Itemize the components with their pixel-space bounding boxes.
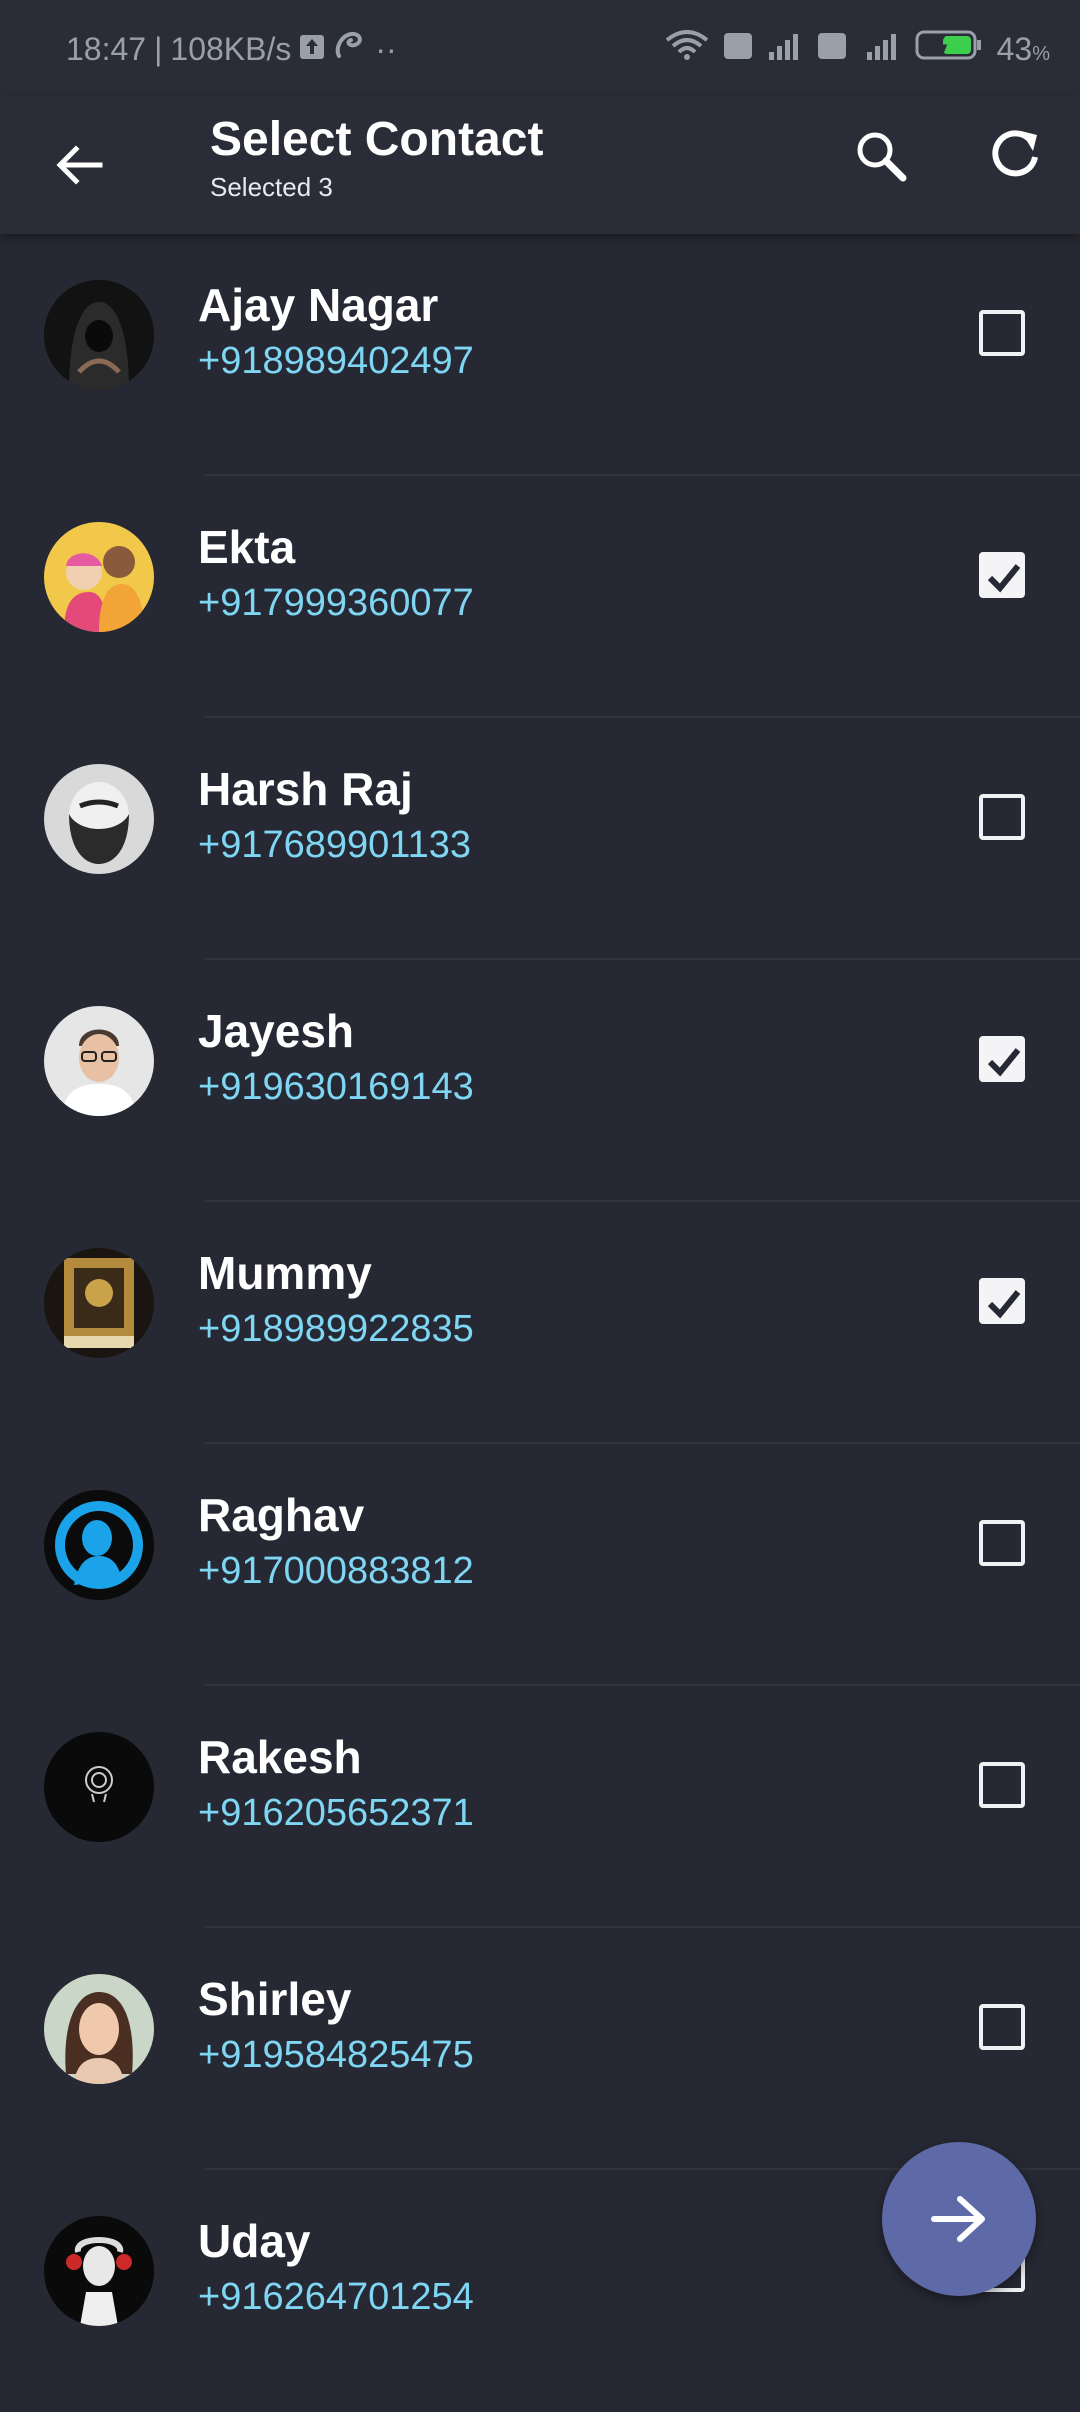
contact-name: Rakesh	[198, 1731, 362, 1783]
contact-phone: +918989922835	[198, 1308, 474, 1350]
avatar	[44, 2216, 154, 2326]
refresh-icon	[992, 130, 1038, 177]
battery-icon	[915, 30, 983, 68]
search-button[interactable]	[845, 120, 915, 190]
back-button[interactable]	[44, 130, 114, 200]
contact-checkbox[interactable]	[979, 794, 1025, 840]
arrow-forward-icon	[931, 2196, 985, 2242]
contact-row[interactable]: Rakesh +916205652371	[0, 1686, 1080, 1928]
checkmark-icon	[987, 1290, 1021, 1319]
app-bar: Select Contact Selected 3	[0, 96, 1080, 234]
contact-checkbox[interactable]	[979, 1036, 1025, 1082]
checkmark-icon	[987, 564, 1021, 593]
contact-name: Harsh Raj	[198, 763, 413, 815]
avatar	[44, 522, 154, 632]
contact-name: Mummy	[198, 1247, 372, 1299]
arrow-back-icon	[56, 145, 103, 185]
contact-name: Shirley	[198, 1973, 352, 2025]
contact-row[interactable]: Raghav +917000883812	[0, 1444, 1080, 1686]
status-left: 18:47 | 108KB/s ··	[66, 30, 397, 68]
volte-icon-2	[817, 31, 847, 68]
contact-checkbox[interactable]	[979, 552, 1025, 598]
contact-row[interactable]: Ajay Nagar +918989402497	[0, 234, 1080, 476]
next-button[interactable]	[882, 2142, 1036, 2296]
contact-phone: +917000883812	[198, 1550, 474, 1592]
contact-row[interactable]: Shirley +919584825475	[0, 1928, 1080, 2170]
signal-icon	[767, 31, 803, 68]
checkmark-icon	[987, 1048, 1021, 1077]
page-title: Select Contact	[210, 113, 544, 166]
contact-name: Jayesh	[198, 1005, 355, 1057]
status-network-speed: 108KB/s	[170, 30, 292, 67]
contact-phone: +918989402497	[198, 340, 474, 382]
search-icon	[857, 132, 907, 182]
contact-phone: +917689901133	[198, 824, 471, 866]
contact-checkbox[interactable]	[979, 1762, 1025, 1808]
more-notifications-icon: ··	[375, 30, 397, 67]
contact-list: Ajay Nagar +918989402497 Ekta +917999360…	[0, 234, 1080, 2412]
contact-checkbox[interactable]	[979, 1278, 1025, 1324]
contact-name: Raghav	[198, 1489, 365, 1541]
status-time: 18:47	[66, 30, 147, 67]
avatar	[44, 1974, 154, 2084]
avatar	[44, 1732, 154, 1842]
contact-phone: +916205652371	[198, 1792, 474, 1834]
status-right: 43%	[665, 30, 1050, 68]
wifi-icon	[665, 30, 709, 68]
status-bar: 18:47 | 108KB/s ·· 43%	[0, 0, 1080, 96]
contact-checkbox[interactable]	[979, 1520, 1025, 1566]
avatar	[44, 1248, 154, 1358]
status-separator: |	[154, 30, 163, 67]
contact-phone: +916264701254	[198, 2276, 474, 2318]
contact-checkbox[interactable]	[979, 2004, 1025, 2050]
battery-level: 43%	[996, 30, 1050, 67]
contact-row[interactable]: Harsh Raj +917689901133	[0, 718, 1080, 960]
contact-phone: +919584825475	[198, 2034, 474, 2076]
refresh-button[interactable]	[980, 120, 1050, 190]
avatar	[44, 1006, 154, 1116]
contact-name: Ekta	[198, 521, 296, 573]
contact-row[interactable]: Jayesh +919630169143	[0, 960, 1080, 1202]
contact-row[interactable]: Ekta +917999360077	[0, 476, 1080, 718]
airtel-icon	[333, 30, 367, 68]
avatar	[44, 280, 154, 390]
upload-icon	[299, 31, 325, 68]
avatar	[44, 1490, 154, 1600]
contact-checkbox[interactable]	[979, 310, 1025, 356]
contact-name: Uday	[198, 2215, 311, 2267]
contact-name: Ajay Nagar	[198, 279, 439, 331]
contact-row[interactable]: Mummy +918989922835	[0, 1202, 1080, 1444]
contact-phone: +917999360077	[198, 582, 474, 624]
contact-phone: +919630169143	[198, 1066, 474, 1108]
avatar	[44, 764, 154, 874]
signal-4g-icon	[861, 31, 901, 68]
volte-icon	[723, 31, 753, 68]
selected-count: Selected 3	[210, 172, 333, 202]
